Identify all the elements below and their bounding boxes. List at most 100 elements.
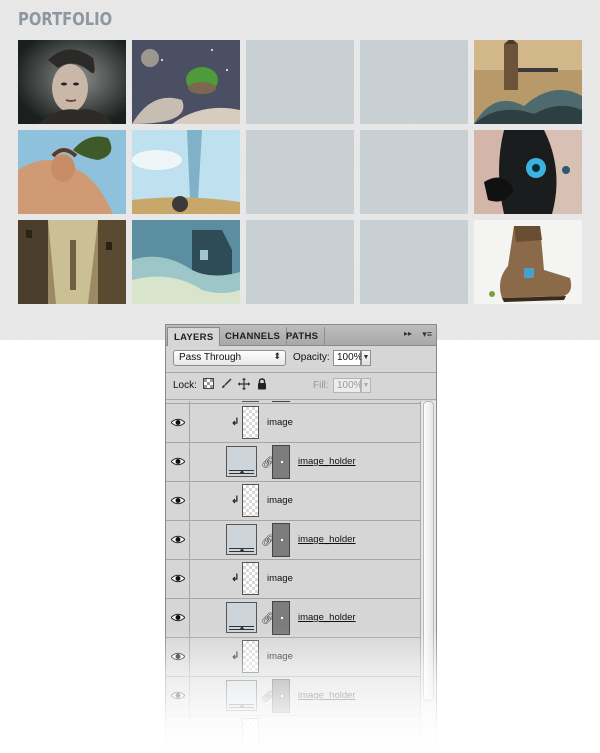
layer-row[interactable]: ↲ image xyxy=(166,638,420,677)
visibility-toggle[interactable] xyxy=(166,404,190,442)
portfolio-thumbnail[interactable] xyxy=(18,220,126,304)
lock-label: Lock: xyxy=(173,380,197,391)
eye-icon[interactable] xyxy=(171,691,185,700)
eye-icon[interactable] xyxy=(171,418,185,427)
layer-thumbnail xyxy=(226,446,257,477)
visibility-toggle[interactable] xyxy=(166,560,190,598)
mask-thumbnail xyxy=(272,401,290,402)
portfolio-title: PORTFOLIO xyxy=(18,9,113,30)
padlock-icon[interactable] xyxy=(256,378,268,390)
layers-scrollbar[interactable] xyxy=(420,401,436,752)
fill-label: Fill: xyxy=(313,380,329,391)
tower-bridge-image xyxy=(474,40,582,124)
portfolio-thumbnail[interactable] xyxy=(474,220,582,304)
layer-row[interactable]: ↲ image xyxy=(166,482,420,521)
layer-thumbnail xyxy=(226,602,257,633)
eye-icon[interactable] xyxy=(171,496,185,505)
layer-thumbnail xyxy=(226,680,257,711)
brush-icon[interactable] xyxy=(220,378,232,390)
visibility-toggle[interactable] xyxy=(166,521,190,559)
layer-name[interactable]: image xyxy=(267,417,293,428)
fill-dropdown-icon[interactable]: ▼ xyxy=(361,378,371,393)
mask-thumbnail xyxy=(272,679,290,713)
blend-mode-select[interactable]: Pass Through ⬍ xyxy=(173,350,286,366)
fill-input[interactable]: 100% xyxy=(333,378,363,393)
tab-channels[interactable]: CHANNELS xyxy=(219,327,288,346)
opacity-dropdown-icon[interactable]: ▼ xyxy=(361,350,371,366)
layers-panel: LAYERS CHANNELS PATHS ▸▸ ▾≡ Pass Through… xyxy=(165,324,437,753)
tab-layers[interactable]: LAYERS xyxy=(167,327,221,346)
mask-thumbnail xyxy=(272,523,290,557)
layer-thumbnail xyxy=(242,401,259,402)
layer-row[interactable]: 🔗︎ image_holder xyxy=(166,521,420,560)
layer-thumbnail xyxy=(242,484,259,517)
clipping-arrow-icon: ↲ xyxy=(231,651,240,662)
image-placeholder xyxy=(246,220,354,304)
scrollbar-thumb[interactable] xyxy=(423,401,434,701)
layer-row[interactable]: 🔗︎ image_holder xyxy=(166,443,420,482)
glass-tower-image xyxy=(132,130,240,214)
panel-divider xyxy=(166,372,436,373)
portfolio-thumbnail[interactable] xyxy=(18,130,126,214)
visibility-toggle[interactable] xyxy=(166,638,190,676)
checker-lock-icon[interactable] xyxy=(202,378,214,390)
layer-thumbnail xyxy=(242,562,259,595)
layer-thumbnail xyxy=(242,640,259,673)
opacity-input[interactable]: 100% xyxy=(333,350,363,366)
mask-thumbnail xyxy=(272,445,290,479)
eye-icon[interactable] xyxy=(171,652,185,661)
layer-name[interactable]: image xyxy=(267,651,293,662)
layer-name[interactable]: image_holder xyxy=(298,690,356,701)
blend-mode-value: Pass Through xyxy=(179,352,242,363)
eye-icon[interactable] xyxy=(171,535,185,544)
visibility-toggle[interactable] xyxy=(166,401,190,403)
clipping-arrow-icon: ↲ xyxy=(231,495,240,506)
portfolio-thumbnail[interactable] xyxy=(474,40,582,124)
layer-thumbnail xyxy=(242,406,259,439)
visibility-toggle[interactable] xyxy=(166,716,190,752)
boot-house-image xyxy=(474,220,582,304)
layers-list: ↲ image 🔗︎ image_holder ↲ image 🔗︎ image… xyxy=(166,401,420,752)
visibility-toggle[interactable] xyxy=(166,599,190,637)
collapse-arrows-icon[interactable]: ▸▸ xyxy=(404,329,412,338)
layer-row[interactable]: 🔗︎ image_holder xyxy=(166,599,420,638)
layer-name[interactable]: image_holder xyxy=(298,534,356,545)
visibility-toggle[interactable] xyxy=(166,677,190,715)
layer-name[interactable]: image_holder xyxy=(298,612,356,623)
panel-menu-icon[interactable]: ▾≡ xyxy=(422,329,432,340)
layer-name[interactable]: image_holder xyxy=(298,456,356,467)
eye-icon[interactable] xyxy=(171,457,185,466)
move-icon[interactable] xyxy=(238,378,250,390)
layer-row[interactable]: ↲ image xyxy=(166,560,420,599)
image-placeholder xyxy=(360,40,468,124)
eye-icon[interactable] xyxy=(171,613,185,622)
panel-tab-bar: LAYERS CHANNELS PATHS ▸▸ ▾≡ xyxy=(166,325,436,346)
portfolio-thumbnail[interactable] xyxy=(474,130,582,214)
portfolio-section: PORTFOLIO xyxy=(0,0,600,340)
visibility-toggle[interactable] xyxy=(166,482,190,520)
flooded-house-image xyxy=(132,220,240,304)
fantasy-island-image xyxy=(132,40,240,124)
portfolio-thumbnail[interactable] xyxy=(132,40,240,124)
layer-row[interactable] xyxy=(166,716,420,752)
clipping-arrow-icon: ↲ xyxy=(231,573,240,584)
portfolio-thumbnail[interactable] xyxy=(132,130,240,214)
mask-thumbnail xyxy=(272,601,290,635)
woman-tree-image xyxy=(18,130,126,214)
image-placeholder xyxy=(246,40,354,124)
layer-row[interactable]: 🔗︎ image_holder xyxy=(166,677,420,716)
tab-paths[interactable]: PATHS xyxy=(280,327,326,346)
clipping-arrow-icon: ↲ xyxy=(231,417,240,428)
image-placeholder xyxy=(360,130,468,214)
portfolio-thumbnail[interactable] xyxy=(132,220,240,304)
eye-icon[interactable] xyxy=(171,574,185,583)
ruined-city-image xyxy=(18,220,126,304)
layer-thumbnail xyxy=(226,524,257,555)
visibility-toggle[interactable] xyxy=(166,443,190,481)
layer-row[interactable]: ↲ image xyxy=(166,404,420,443)
portfolio-thumbnail[interactable] xyxy=(18,40,126,124)
panel-divider xyxy=(166,399,436,400)
layer-name[interactable]: image xyxy=(267,495,293,506)
image-placeholder xyxy=(360,220,468,304)
layer-name[interactable]: image xyxy=(267,573,293,584)
